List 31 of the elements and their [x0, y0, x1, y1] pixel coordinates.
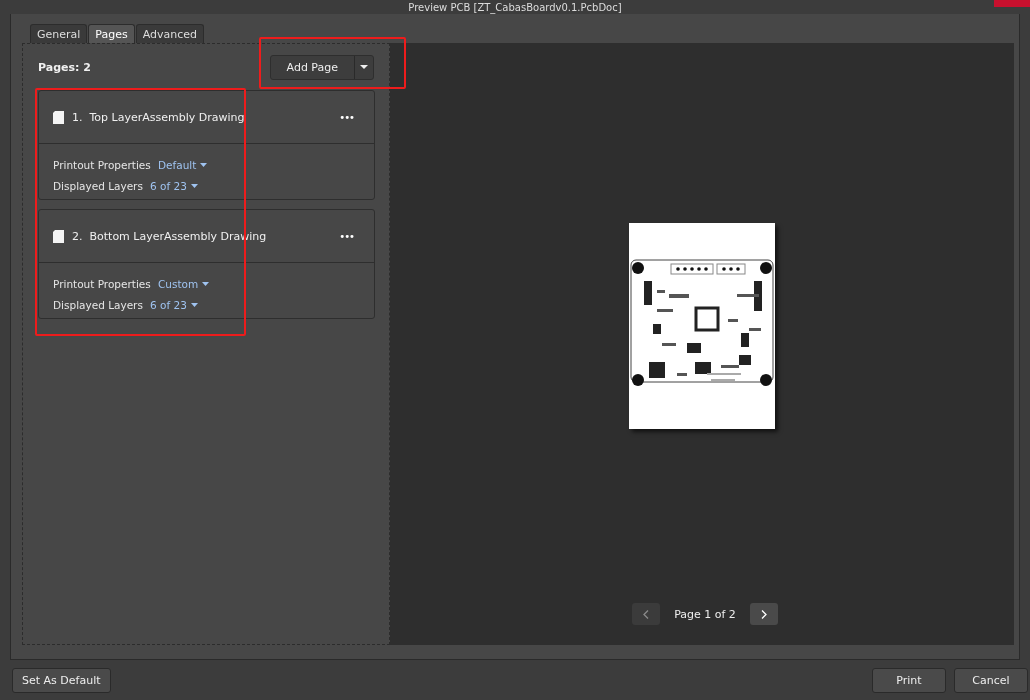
property-dropdown[interactable]: 6 of 23: [150, 180, 198, 192]
property-dropdown[interactable]: Default: [158, 159, 208, 171]
property-dropdown[interactable]: Custom: [158, 278, 210, 290]
chevron-left-icon: [643, 609, 650, 619]
window-title: Preview PCB [ZT_CabasBoardv0.1.PcbDoc]: [408, 1, 622, 13]
caret-icon: [200, 163, 208, 167]
page-icon: [53, 110, 64, 124]
set-default-button[interactable]: Set As Default: [12, 667, 111, 693]
page-title: 1. Top LayerAssembly Drawing: [72, 110, 246, 124]
tab[interactable]: General: [30, 24, 88, 43]
property-label: Displayed Layers: [53, 299, 144, 311]
next-page-button[interactable]: [749, 603, 778, 625]
caret-icon: [190, 184, 198, 188]
add-page-button[interactable]: Add Page: [269, 54, 374, 80]
property-label: Printout Properties: [53, 159, 152, 171]
page-icon: [53, 229, 64, 243]
caret-icon: [190, 303, 198, 307]
page-indicator: Page 1 of 2: [674, 607, 736, 621]
caret-icon: [360, 65, 368, 69]
print-button[interactable]: Print: [872, 667, 946, 693]
more-menu[interactable]: •••: [339, 111, 354, 123]
cancel-button[interactable]: Cancel: [954, 667, 1028, 693]
caret-icon: [202, 282, 210, 286]
more-menu[interactable]: •••: [339, 230, 354, 242]
chevron-right-icon: [760, 609, 767, 619]
pages-count: Pages: 2: [38, 60, 91, 74]
property-dropdown[interactable]: 6 of 23: [150, 299, 198, 311]
property-label: Displayed Layers: [53, 180, 144, 192]
property-label: Printout Properties: [53, 278, 152, 290]
tab[interactable]: Pages: [88, 24, 135, 43]
tab[interactable]: Advanced: [135, 24, 205, 43]
